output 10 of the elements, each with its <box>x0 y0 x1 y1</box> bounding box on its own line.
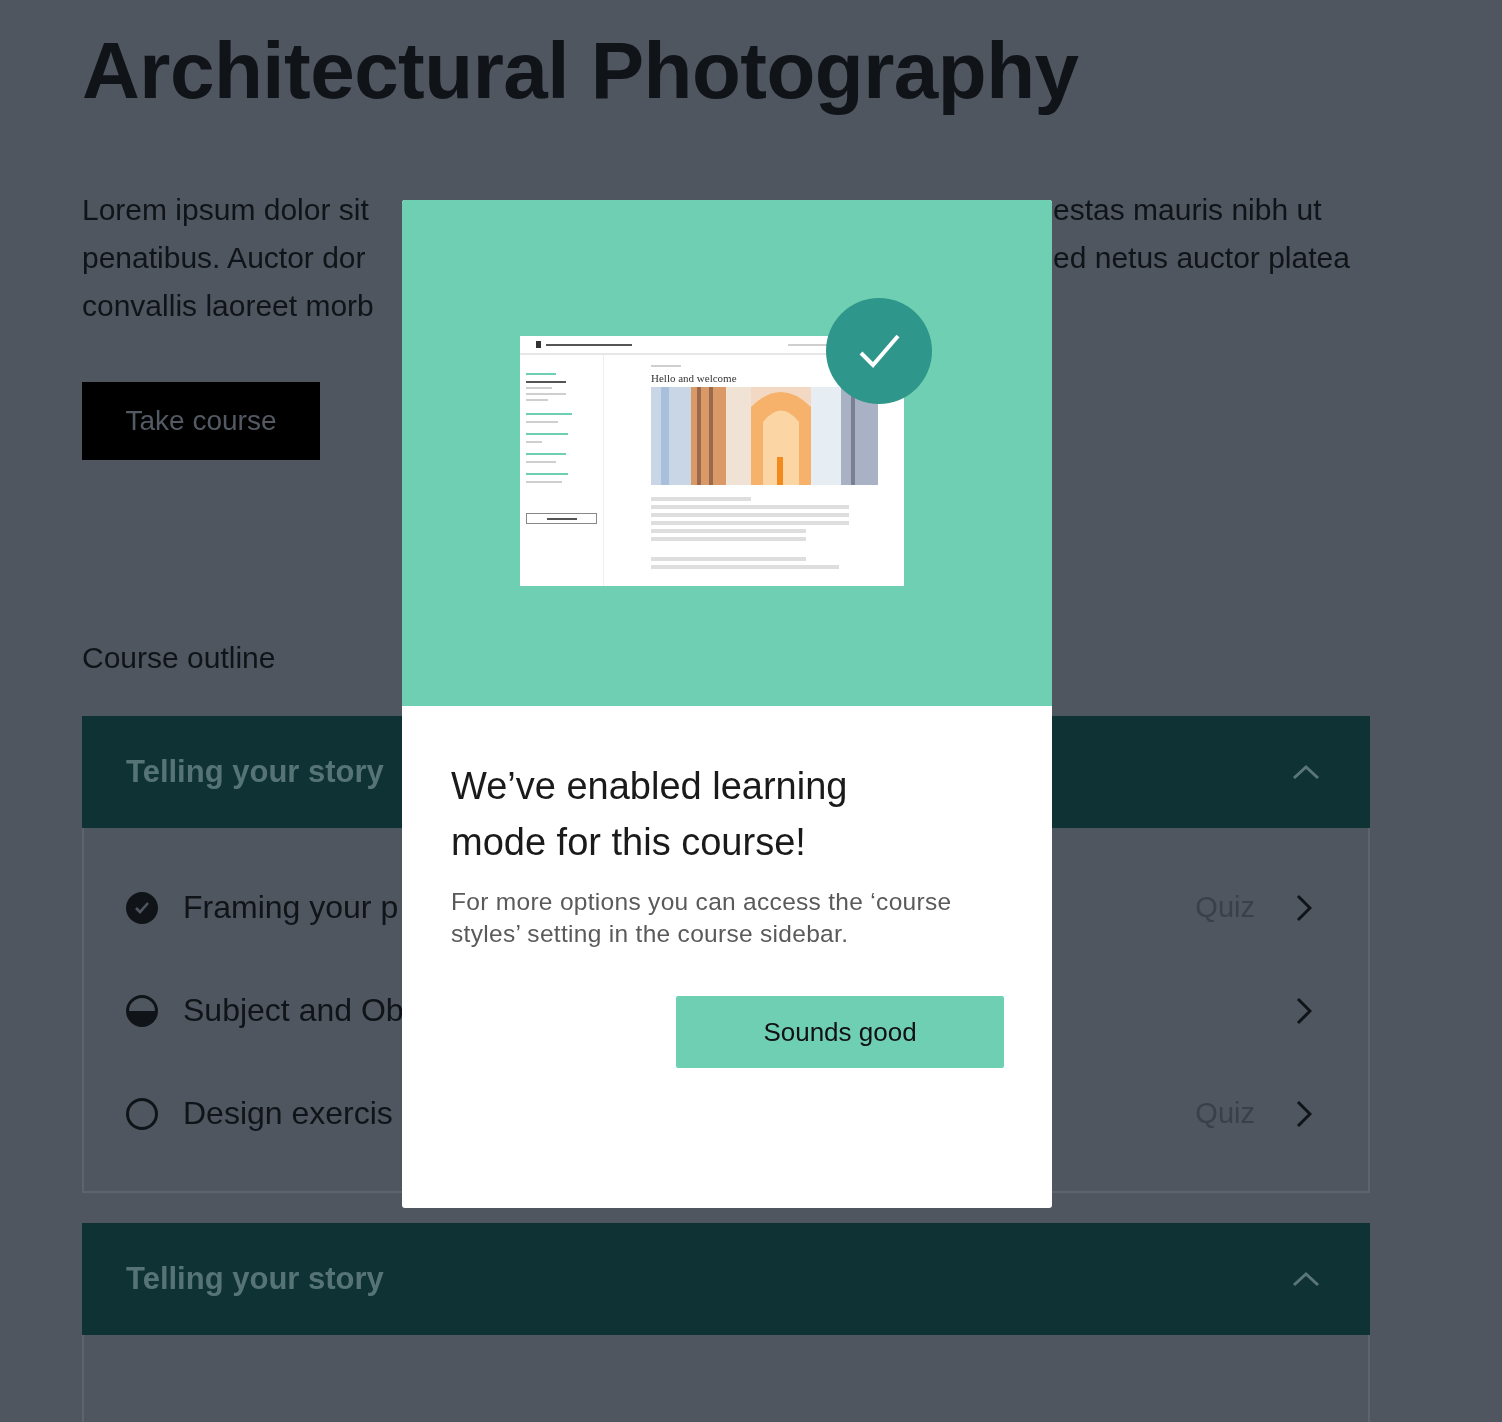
intro-text: penatibus. Auctor dor <box>82 240 367 276</box>
intro-text: convallis laoreet morb <box>82 288 375 324</box>
outline-heading: Course outline <box>82 640 277 676</box>
intro-text: estas mauris nibh ut <box>1053 192 1323 228</box>
page-title: Architectural Photography <box>82 25 1080 116</box>
intro-text: ed netus auctor platea <box>1053 240 1351 276</box>
intro-text: Lorem ipsum dolor sit <box>82 192 370 228</box>
modal-text: For more options you can access the ‘course styles’ setting in the course sidebar. <box>451 887 953 949</box>
preview-heading: Hello and welcome <box>651 371 738 385</box>
modal-title: We’ve enabled learning mode for this course! <box>451 764 849 865</box>
